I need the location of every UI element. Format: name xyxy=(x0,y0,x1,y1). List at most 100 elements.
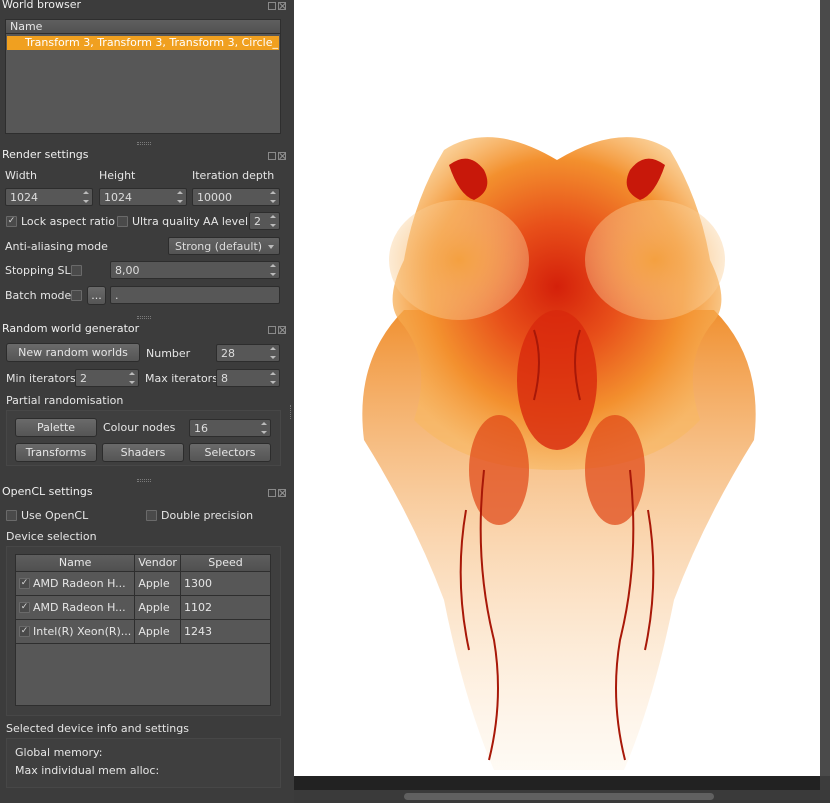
colour-nodes-value: 16 xyxy=(194,422,208,435)
aa-level-label: AA level xyxy=(203,215,249,228)
spin-arrows-icon[interactable] xyxy=(269,346,278,360)
stopping-sl-checkbox[interactable] xyxy=(71,265,82,276)
height-spinbox[interactable]: 1024 xyxy=(99,188,187,206)
max-iterators-spinbox[interactable]: 8 xyxy=(216,369,280,387)
selected-device-info-label: Selected device info and settings xyxy=(6,722,189,735)
spin-arrows-icon[interactable] xyxy=(269,214,278,228)
height-label: Height xyxy=(99,169,136,182)
scrollbar-thumb[interactable] xyxy=(404,793,714,800)
batch-path-field[interactable]: . xyxy=(110,286,280,304)
spin-arrows-icon[interactable] xyxy=(128,371,137,385)
stopping-sl-spinbox[interactable]: 8,00 xyxy=(110,261,280,279)
spin-arrows-icon[interactable] xyxy=(82,190,91,204)
colour-nodes-label: Colour nodes xyxy=(103,421,176,434)
use-opencl-label: Use OpenCL xyxy=(21,509,89,522)
device-checkbox[interactable]: ✓ xyxy=(19,578,30,589)
device-name: AMD Radeon H... xyxy=(33,576,126,590)
panel-window-buttons[interactable] xyxy=(266,324,288,334)
new-random-worlds-button[interactable]: New random worlds xyxy=(6,343,140,362)
use-opencl-checkbox[interactable] xyxy=(6,510,17,521)
dock-splitter-handle[interactable] xyxy=(290,405,292,419)
width-spinbox[interactable]: 1024 xyxy=(5,188,93,206)
transforms-button[interactable]: Transforms xyxy=(15,443,97,462)
spin-arrows-icon[interactable] xyxy=(260,421,269,435)
close-icon[interactable] xyxy=(278,152,286,160)
stopping-sl-value: 8,00 xyxy=(115,264,140,277)
iteration-depth-label: Iteration depth xyxy=(192,169,275,182)
batch-mode-label: Batch mode xyxy=(5,289,72,302)
number-spinbox[interactable]: 28 xyxy=(216,344,280,362)
device-speed-cell: 1243 xyxy=(180,619,270,644)
max-iterators-label: Max iterators xyxy=(145,372,218,385)
device-table[interactable]: Name Vendor Speed ✓ AMD Radeon H... Apple… xyxy=(16,555,270,644)
ultra-quality-checkbox[interactable] xyxy=(117,216,128,227)
aa-level-value: 2 xyxy=(254,215,261,228)
table-row[interactable]: ✓ AMD Radeon H... Apple 1102 xyxy=(16,595,270,620)
chevron-down-icon xyxy=(268,245,274,252)
partial-randomisation-label: Partial randomisation xyxy=(6,394,124,407)
world-list[interactable]: Name Transform 3, Transform 3, Transform… xyxy=(5,19,281,134)
close-icon[interactable] xyxy=(278,2,286,10)
horizontal-scrollbar[interactable] xyxy=(294,790,830,803)
iteration-depth-value: 10000 xyxy=(197,191,232,204)
splitter-handle[interactable] xyxy=(137,479,151,482)
batch-mode-checkbox[interactable] xyxy=(71,290,82,301)
device-checkbox[interactable]: ✓ xyxy=(19,626,30,637)
device-name-cell[interactable]: ✓ AMD Radeon H... xyxy=(16,571,136,596)
double-precision-checkbox[interactable] xyxy=(146,510,157,521)
random-world-title: Random world generator xyxy=(2,322,140,335)
vertical-scrollbar[interactable] xyxy=(820,0,830,776)
column-header-name[interactable]: Name xyxy=(16,555,136,572)
spin-arrows-icon[interactable] xyxy=(269,371,278,385)
spin-arrows-icon[interactable] xyxy=(269,263,278,277)
number-label: Number xyxy=(146,347,191,360)
device-name-cell[interactable]: ✓ AMD Radeon H... xyxy=(16,595,136,620)
table-row[interactable]: ✓ AMD Radeon H... Apple 1300 xyxy=(16,571,270,596)
panel-window-buttons[interactable] xyxy=(266,487,288,497)
render-canvas[interactable] xyxy=(294,0,820,776)
aa-level-spinbox[interactable]: 2 xyxy=(249,212,280,230)
splitter-handle[interactable] xyxy=(137,142,151,145)
world-list-header[interactable]: Name xyxy=(6,20,280,34)
width-label: Width xyxy=(5,169,37,182)
batch-browse-button[interactable]: ... xyxy=(87,286,106,305)
float-icon[interactable] xyxy=(268,152,276,160)
max-iterators-value: 8 xyxy=(221,372,228,385)
lock-aspect-checkbox[interactable]: ✓ xyxy=(6,216,17,227)
table-row[interactable]: ✓ Intel(R) Xeon(R)... Apple 1243 xyxy=(16,619,270,644)
column-header-speed[interactable]: Speed xyxy=(180,555,270,572)
device-name: Intel(R) Xeon(R)... xyxy=(33,624,132,638)
aa-mode-dropdown[interactable]: Strong (default) xyxy=(168,237,280,255)
colour-nodes-spinbox[interactable]: 16 xyxy=(189,419,271,437)
number-value: 28 xyxy=(221,347,235,360)
selectors-button[interactable]: Selectors xyxy=(189,443,271,462)
device-name-cell[interactable]: ✓ Intel(R) Xeon(R)... xyxy=(16,619,136,644)
spin-arrows-icon[interactable] xyxy=(269,190,278,204)
float-icon[interactable] xyxy=(268,2,276,10)
panel-window-buttons[interactable] xyxy=(266,150,288,160)
device-checkbox[interactable]: ✓ xyxy=(19,602,30,613)
spin-arrows-icon[interactable] xyxy=(176,190,185,204)
iteration-depth-spinbox[interactable]: 10000 xyxy=(192,188,280,206)
panel-window-buttons[interactable] xyxy=(266,0,288,10)
device-table-container[interactable]: Name Vendor Speed ✓ AMD Radeon H... Apple… xyxy=(15,554,271,706)
ultra-quality-label: Ultra quality xyxy=(132,215,200,228)
close-icon[interactable] xyxy=(278,489,286,497)
palette-button[interactable]: Palette xyxy=(15,418,97,437)
opencl-title: OpenCL settings xyxy=(2,485,93,498)
global-memory-label: Global memory: xyxy=(15,746,103,759)
column-header-vendor[interactable]: Vendor xyxy=(134,555,181,572)
float-icon[interactable] xyxy=(268,326,276,334)
splitter-handle[interactable] xyxy=(137,316,151,319)
min-iterators-label: Min iterators xyxy=(6,372,76,385)
min-iterators-value: 2 xyxy=(80,372,87,385)
world-list-item[interactable]: Transform 3, Transform 3, Transform 3, C… xyxy=(7,36,279,50)
device-vendor-cell: Apple xyxy=(134,595,181,620)
double-precision-label: Double precision xyxy=(161,509,254,522)
min-iterators-spinbox[interactable]: 2 xyxy=(75,369,139,387)
float-icon[interactable] xyxy=(268,489,276,497)
max-alloc-label: Max individual mem alloc: xyxy=(15,764,160,777)
close-icon[interactable] xyxy=(278,326,286,334)
canvas-bottom-border xyxy=(294,776,820,790)
shaders-button[interactable]: Shaders xyxy=(102,443,184,462)
